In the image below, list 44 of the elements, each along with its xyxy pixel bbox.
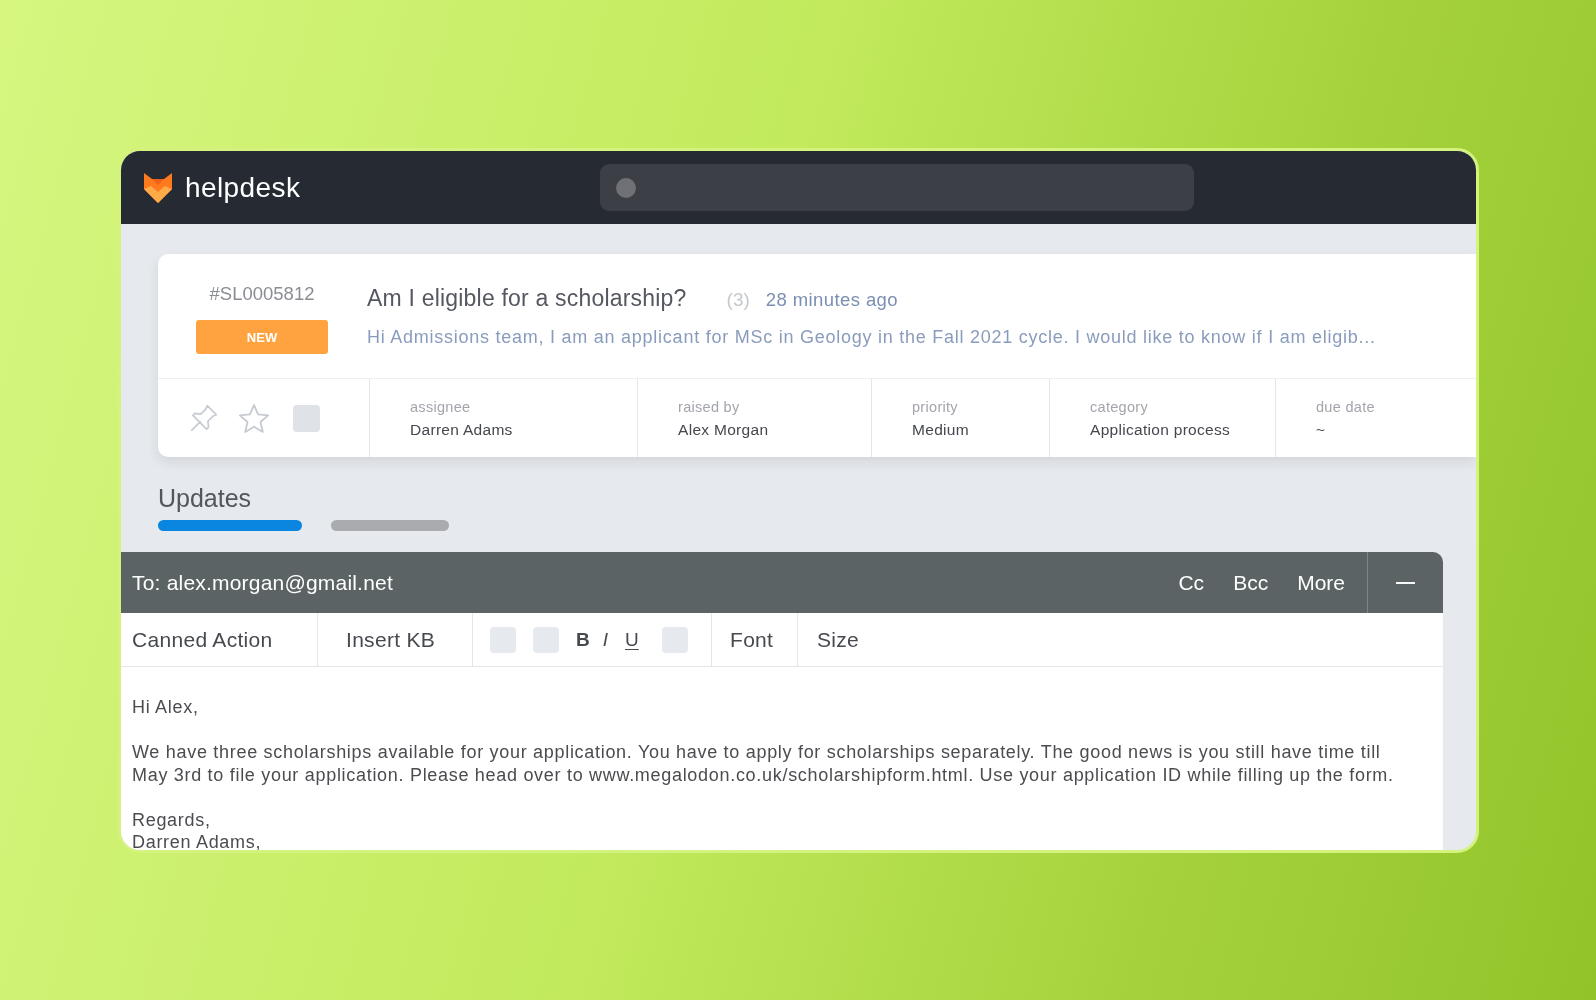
square-icon[interactable] (533, 626, 559, 653)
app-name: helpdesk (185, 171, 301, 204)
italic-button[interactable]: I (602, 627, 608, 652)
message-paragraph: We have three scholarships available for your application. You have to apply for scholarships separately. The good news is you still have time till May 3rd to file your application. Please head over to www.megalodon.co.uk/scholarshipform.html. Use your application ID while filling up the form. (132, 741, 1394, 786)
minimize-icon[interactable] (1396, 581, 1415, 584)
recipient-text: To: alex.morgan@gmail.net (132, 570, 393, 595)
circle-icon (616, 177, 636, 198)
header-action-button[interactable]: More (1297, 570, 1345, 595)
star-icon[interactable] (239, 403, 269, 433)
field-label: raised by (678, 398, 740, 416)
fox-logo-icon (143, 172, 173, 203)
message-paragraph: Regards, Darren Adams, (132, 808, 262, 850)
toolbar-menu-button[interactable]: Size (817, 627, 860, 652)
header-action-button[interactable]: Cc (1178, 570, 1205, 595)
field-value: Alex Morgan (678, 420, 769, 440)
tab[interactable] (331, 520, 449, 531)
pushpin-icon[interactable] (191, 405, 217, 431)
header-action-button[interactable]: Bcc (1233, 570, 1269, 595)
field-label: due date (1316, 398, 1375, 416)
ticket-title[interactable]: Am I eligible for a scholarship? (367, 284, 687, 312)
message-body-field[interactable] (121, 667, 1443, 850)
field-value: Darren Adams (410, 420, 513, 440)
toolbar-menu-button[interactable]: Canned Action (132, 627, 273, 652)
field-label: assignee (410, 398, 471, 416)
bold-button[interactable]: B (576, 627, 590, 652)
message-paragraph: Hi Alex, (132, 696, 199, 719)
reply-count: (3) (726, 289, 750, 311)
toolbar-menu-button[interactable]: Font (730, 627, 774, 652)
field-label: category (1090, 398, 1148, 416)
square-icon[interactable] (661, 626, 688, 653)
search-field[interactable] (600, 164, 1194, 211)
square-icon[interactable] (490, 626, 516, 653)
status-badge: NEW (196, 320, 328, 354)
ticket-preview: Hi Admissions team, I am an applicant for MSc in Geology in the Fall 2021 cycle. I would like to know if I am eligib... (367, 326, 1376, 349)
timestamp: 28 minutes ago (765, 289, 898, 311)
square-icon[interactable] (293, 404, 320, 432)
field-label: priority (912, 398, 958, 416)
field-value: Application process (1090, 420, 1231, 440)
underline-button[interactable]: U (625, 627, 639, 652)
field-value: ~ (1316, 420, 1326, 440)
ticket-id: #SL0005812 (208, 283, 316, 305)
toolbar-menu-button[interactable]: Insert KB (346, 627, 436, 652)
field-value: Medium (912, 420, 969, 440)
tab[interactable]: Updates (158, 484, 302, 531)
